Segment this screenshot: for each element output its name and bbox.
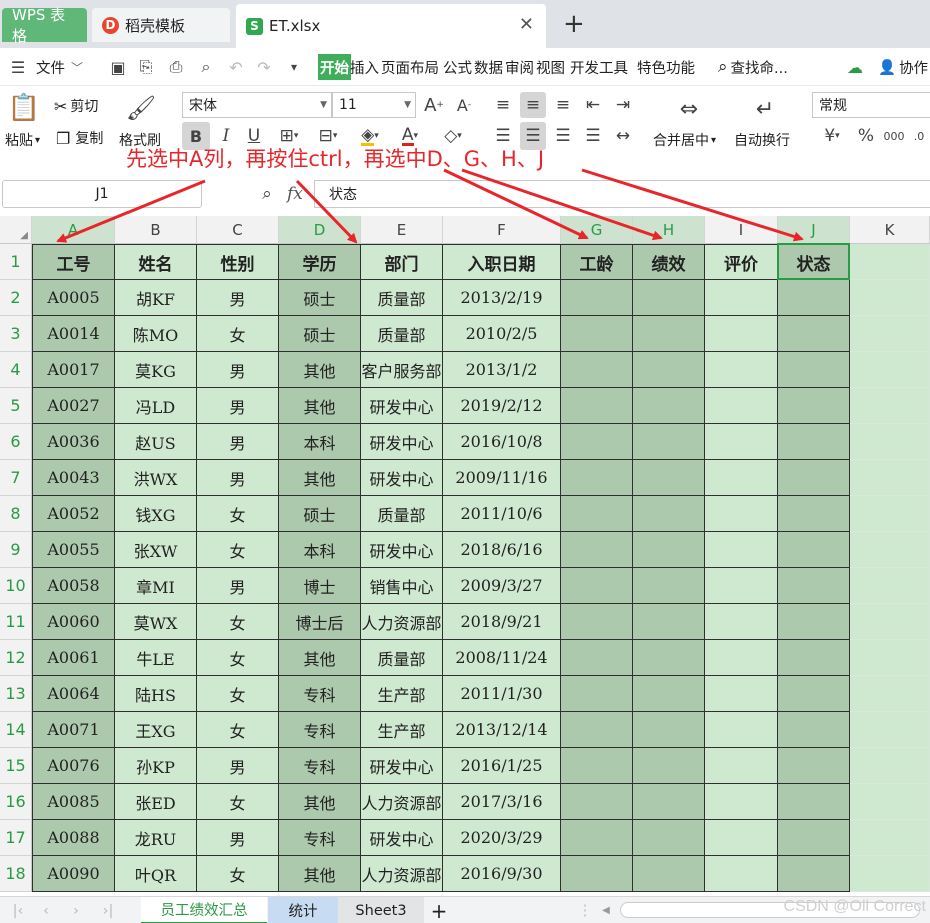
sheet-tab[interactable]: Sheet3 xyxy=(338,897,424,923)
scroll-left-icon[interactable]: ◀ xyxy=(598,897,614,923)
last-sheet-icon[interactable]: ›| xyxy=(96,897,120,923)
watermark: CSDN @Oll Correct xyxy=(783,898,926,915)
next-sheet-icon[interactable]: › xyxy=(64,897,88,923)
sheet-tab[interactable]: 统计 xyxy=(268,897,338,923)
more-icon[interactable]: ⋮ xyxy=(578,897,593,923)
prev-sheet-icon[interactable]: ‹ xyxy=(34,897,58,923)
annotation-arrows xyxy=(56,168,804,244)
annotation-arrow xyxy=(295,179,358,244)
annotation-arrow xyxy=(581,168,804,242)
first-sheet-icon[interactable]: |‹ xyxy=(6,897,30,923)
annotation-arrow xyxy=(461,168,663,241)
annotation-arrow xyxy=(56,179,206,243)
sheet-tab-active[interactable]: 员工绩效汇总 xyxy=(141,897,267,923)
add-sheet-icon[interactable]: + xyxy=(428,897,450,923)
